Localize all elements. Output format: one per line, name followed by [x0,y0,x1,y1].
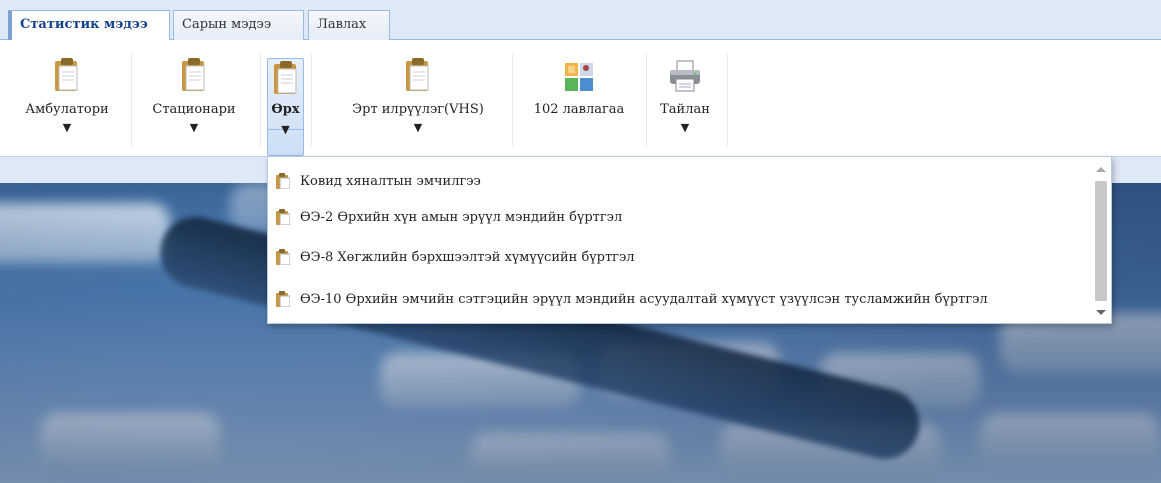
menu-item-oe8[interactable]: ӨЭ-8 Хөгжлийн бэрхшээлтэй хүмүүсийн бүрт… [268,245,1088,269]
toolbar-separator [131,54,132,146]
reference-102-button[interactable]: 102 лавлагаа [518,40,640,156]
clipboard-icon [273,57,299,95]
clipboard-icon [276,249,290,265]
toolbar-separator [646,54,647,146]
clipboard-icon [181,54,207,92]
chevron-down-icon: ▼ [680,121,690,134]
toolbar-separator [260,54,261,146]
ambulatory-button[interactable]: Амбулатори ▼ [14,40,120,156]
tab-statistik-medee[interactable]: Статистик мэдээ [8,10,170,41]
grid-icon [564,54,594,92]
menu-item-covid-monitoring[interactable]: Ковид хяналтын эмчилгээ [268,169,1088,193]
toolbar-separator [512,54,513,146]
tab-saryn-medee[interactable]: Сарын мэдээ [173,10,304,40]
toolbar-separator [727,54,728,146]
chevron-down-icon: ▼ [413,121,423,134]
menu-item-label: Ковид хяналтын эмчилгээ [300,173,481,189]
chevron-down-icon: ▼ [281,123,290,136]
menu-item-label: ӨЭ-10 Өрхийн эмчийн сэтгэцийн эрүүл мэнд… [300,291,988,307]
menu-item-oe10[interactable]: ӨЭ-10 Өрхийн эмчийн сэтгэцийн эрүүл мэнд… [268,287,1088,311]
chevron-down-icon: ▼ [62,121,72,134]
scroll-down-arrow-icon[interactable] [1096,310,1106,315]
clipboard-icon [276,173,290,189]
ambulatory-label: Амбулатори [25,102,109,117]
early-detection-label: Эрт илрүүлэг(VHS) [352,102,484,117]
clipboard-icon [405,54,431,92]
chevron-down-icon: ▼ [189,121,199,134]
scroll-thumb[interactable] [1095,181,1107,301]
household-button[interactable]: Өрх ▼ [267,40,304,156]
menu-item-label: ӨЭ-2 Өрхийн хүн амын эрүүл мэндийн бүртг… [300,209,623,225]
tab-lavlakh[interactable]: Лавлах [308,10,390,40]
menu-item-label: ӨЭ-8 Хөгжлийн бэрхшээлтэй хүмүүсийн бүрт… [300,249,635,265]
ribbon-toolbar: Амбулатори ▼ Стационари ▼ Өрх ▼ Эрт илрү… [0,40,1161,156]
printer-icon [668,54,702,92]
menu-scrollbar[interactable] [1093,163,1109,319]
clipboard-icon [276,291,290,307]
household-dropdown-menu: Ковид хяналтын эмчилгээ ӨЭ-2 Өрхийн хүн … [267,156,1112,324]
clipboard-icon [276,209,290,225]
toolbar-separator [311,54,312,146]
scroll-up-arrow-icon[interactable] [1096,167,1106,172]
tab-strip: Статистик мэдээ Сарын мэдээ Лавлах [0,0,1161,41]
inpatient-label: Стационари [152,102,236,117]
household-label: Өрх [271,102,300,117]
report-label: Тайлан [660,102,710,117]
early-detection-button[interactable]: Эрт илрүүлэг(VHS) ▼ [330,40,506,156]
report-button[interactable]: Тайлан ▼ [652,40,718,156]
menu-item-oe2[interactable]: ӨЭ-2 Өрхийн хүн амын эрүүл мэндийн бүртг… [268,205,1088,229]
clipboard-icon [54,54,80,92]
reference-102-label: 102 лавлагаа [533,102,625,117]
inpatient-button[interactable]: Стационари ▼ [136,40,252,156]
